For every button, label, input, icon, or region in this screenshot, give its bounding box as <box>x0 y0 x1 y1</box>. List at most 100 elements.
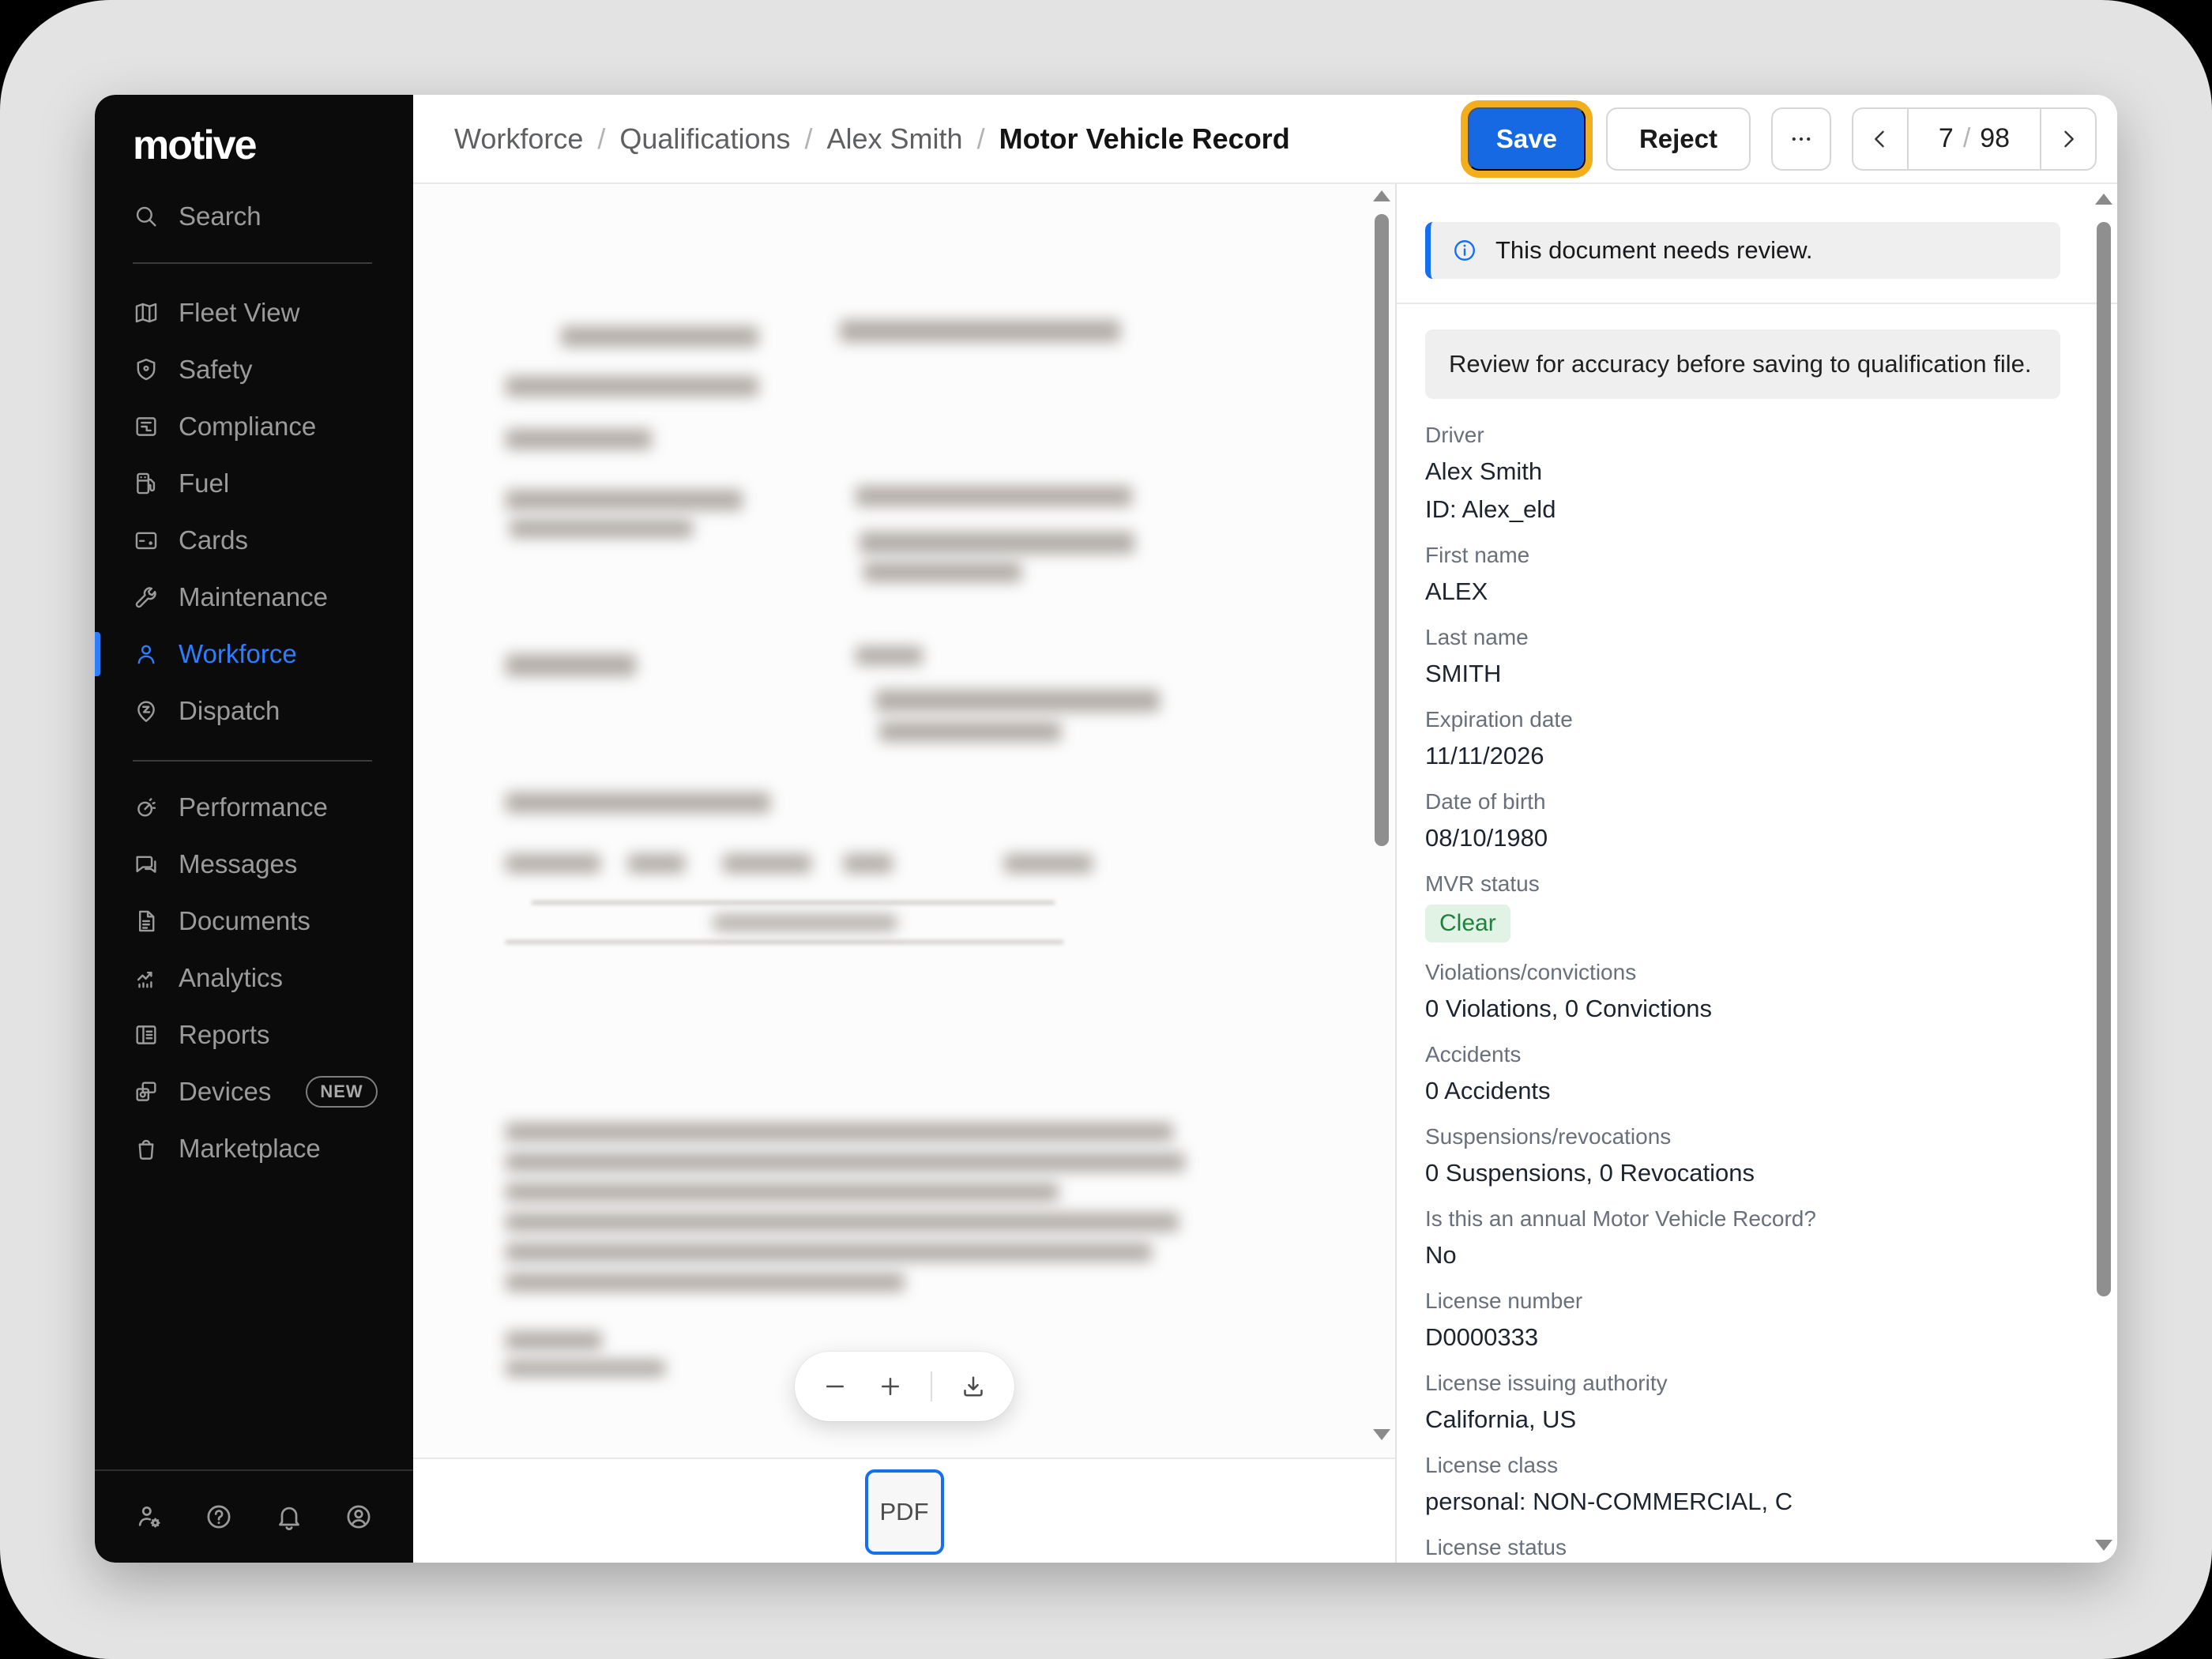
field-value: 0 Suspensions, 0 Revocations <box>1425 1157 2060 1189</box>
viewer-toolbar <box>795 1352 1014 1421</box>
chevron-left-icon <box>1867 126 1894 152</box>
new-badge: NEW <box>306 1076 377 1108</box>
reject-button[interactable]: Reject <box>1606 107 1751 171</box>
document-preview[interactable] <box>413 184 1395 1458</box>
person-gear-icon[interactable] <box>134 1502 164 1532</box>
zoom-in-icon[interactable] <box>876 1372 905 1401</box>
pager-count: 7 / 98 <box>1907 109 2041 169</box>
field-value: ALEX <box>1425 576 2060 608</box>
breadcrumb-item: Motor Vehicle Record <box>999 122 1290 156</box>
header-actions: Save Reject 7 / 98 <box>1468 107 2097 171</box>
breadcrumb-separator: / <box>597 122 605 156</box>
field-label: License issuing authority <box>1425 1369 2060 1398</box>
field-label: License number <box>1425 1287 2060 1315</box>
search-icon <box>133 203 160 230</box>
field-row: Accidents 0 Accidents <box>1425 1040 2060 1107</box>
sidebar-item-devices[interactable]: Devices NEW <box>95 1063 413 1120</box>
breadcrumb-item[interactable]: Alex Smith <box>827 122 963 156</box>
panel-section-divider <box>1397 303 2117 304</box>
field-row: MVR statusClear <box>1425 870 2060 942</box>
sidebar-item-fuel[interactable]: Fuel <box>95 455 413 512</box>
field-label: Expiration date <box>1425 705 2060 734</box>
field-label: Accidents <box>1425 1040 2060 1069</box>
field-row: License numberD0000333 <box>1425 1287 2060 1353</box>
app-window: motive Search Fleet View Safety Complian… <box>95 95 2117 1563</box>
review-panel: This document needs review. Review for a… <box>1397 184 2117 1563</box>
sidebar-item-reports[interactable]: Reports <box>95 1006 413 1063</box>
card-icon <box>133 527 160 554</box>
field-row: First name ALEX <box>1425 541 2060 608</box>
pdf-thumbnail-button[interactable]: PDF <box>865 1469 944 1555</box>
field-value: 0 Accidents <box>1425 1075 2060 1107</box>
sidebar-divider <box>133 262 372 264</box>
chat-icon <box>133 851 160 878</box>
sidebar-item-dispatch[interactable]: Dispatch <box>95 683 413 739</box>
status-badge: Clear <box>1425 905 1510 942</box>
download-icon[interactable] <box>959 1372 988 1401</box>
sidebar-primary-nav: Fleet View Safety Compliance Fuel Cards <box>95 284 413 739</box>
scroll-up-arrow[interactable] <box>1373 190 1390 201</box>
viewer-scrollbar <box>1373 187 1390 1448</box>
field-label: Suspensions/revocations <box>1425 1123 2060 1151</box>
scroll-down-arrow[interactable] <box>1373 1429 1390 1440</box>
bell-icon[interactable] <box>274 1502 304 1532</box>
previous-document-button[interactable] <box>1853 109 1907 169</box>
sidebar-item-safety[interactable]: Safety <box>95 341 413 398</box>
sidebar-item-label: Maintenance <box>179 582 328 612</box>
field-label: License status <box>1425 1533 2060 1562</box>
news-icon <box>133 1021 160 1048</box>
field-row: Date of birth08/10/1980 <box>1425 788 2060 854</box>
gauge-icon <box>133 794 160 821</box>
viewer-scrollbar-thumb[interactable] <box>1375 214 1389 846</box>
sidebar-item-marketplace[interactable]: Marketplace <box>95 1120 413 1177</box>
sidebar-item-search[interactable]: Search <box>95 188 413 245</box>
sidebar-item-maintenance[interactable]: Maintenance <box>95 569 413 626</box>
scroll-up-arrow[interactable] <box>2095 194 2112 205</box>
sidebar-item-performance[interactable]: Performance <box>95 779 413 836</box>
help-icon[interactable] <box>204 1502 234 1532</box>
sidebar-item-label: Cards <box>179 525 248 555</box>
next-document-button[interactable] <box>2041 109 2095 169</box>
layout-icon <box>133 413 160 440</box>
field-value: personal: NON-COMMERCIAL, C <box>1425 1486 2060 1518</box>
field-value: 11/11/2026 <box>1425 740 2060 772</box>
field-label: Is this an annual Motor Vehicle Record? <box>1425 1205 2060 1233</box>
review-note: Review for accuracy before saving to qua… <box>1425 329 2060 399</box>
sidebar-footer-divider <box>95 1469 413 1471</box>
person-circle-icon[interactable] <box>344 1502 374 1532</box>
sidebar-footer <box>134 1492 374 1542</box>
field-row: Is this an annual Motor Vehicle Record?N… <box>1425 1205 2060 1271</box>
banner-text: This document needs review. <box>1495 236 1813 265</box>
zoom-out-icon[interactable] <box>821 1372 849 1401</box>
breadcrumb-item[interactable]: Qualifications <box>619 122 790 156</box>
sidebar-item-label: Devices <box>179 1077 271 1107</box>
field-value: 0 Violations, 0 Convictions <box>1425 993 2060 1025</box>
sidebar-item-documents[interactable]: Documents <box>95 893 413 950</box>
field-row: Suspensions/revocations 0 Suspensions, 0 … <box>1425 1123 2060 1189</box>
sidebar-item-label: Fuel <box>179 468 229 498</box>
sidebar-item-compliance[interactable]: Compliance <box>95 398 413 455</box>
panel-scrollbar-thumb[interactable] <box>2097 222 2111 1296</box>
sidebar: motive Search Fleet View Safety Complian… <box>95 95 413 1563</box>
pager-total: 98 <box>1980 123 2010 154</box>
field-value: SMITH <box>1425 658 2060 690</box>
more-actions-button[interactable] <box>1771 107 1831 171</box>
scroll-down-arrow[interactable] <box>2095 1540 2112 1551</box>
breadcrumb-item[interactable]: Workforce <box>454 122 583 156</box>
desktop-canvas: motive Search Fleet View Safety Complian… <box>0 0 2212 1659</box>
sidebar-item-label: Documents <box>179 906 310 936</box>
sidebar-item-fleet-view[interactable]: Fleet View <box>95 284 413 341</box>
breadcrumb: Workforce/Qualifications/Alex Smith/Moto… <box>454 122 1290 156</box>
chart-icon <box>133 965 160 991</box>
sidebar-item-label: Dispatch <box>179 696 280 726</box>
sidebar-item-workforce[interactable]: Workforce <box>95 626 413 683</box>
sidebar-item-label: Safety <box>179 355 253 385</box>
sidebar-item-messages[interactable]: Messages <box>95 836 413 893</box>
sidebar-item-cards[interactable]: Cards <box>95 512 413 569</box>
sidebar-item-analytics[interactable]: Analytics <box>95 950 413 1006</box>
field-label: First name <box>1425 541 2060 570</box>
sidebar-divider <box>133 760 372 762</box>
save-button[interactable]: Save <box>1468 107 1586 171</box>
pager-separator: / <box>1963 123 1970 154</box>
panel-scrollbar <box>2095 187 2112 1556</box>
